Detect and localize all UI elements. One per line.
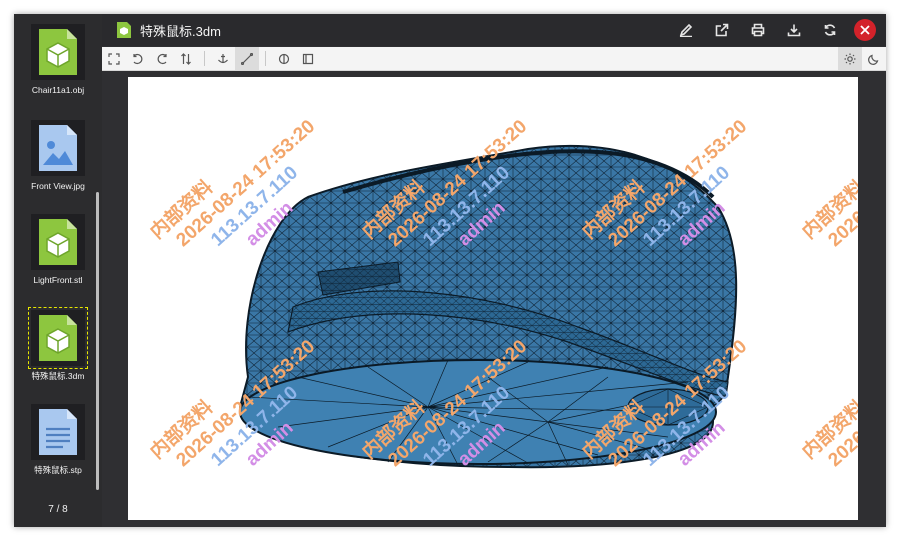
thumbnail-label: Chair11a1.obj <box>31 85 85 95</box>
light-theme-button[interactable] <box>838 47 862 70</box>
dark-theme-button[interactable] <box>862 47 886 70</box>
download-button[interactable] <box>776 14 812 46</box>
pencil-icon <box>679 23 693 37</box>
rotate-right-icon <box>157 53 167 64</box>
line-tool-icon <box>241 52 253 65</box>
section-tool[interactable] <box>272 47 296 70</box>
panel-tool[interactable] <box>296 47 320 70</box>
theme-switcher <box>838 47 886 70</box>
thumbnail-label: 特殊鼠标.3dm <box>31 371 85 381</box>
viewer-toolbar <box>102 47 886 71</box>
thumbnail-label: LightFront.stl <box>33 275 83 285</box>
thumbnail-item[interactable]: 特殊鼠标.stp <box>23 404 93 498</box>
thumbnail-item-active[interactable]: 特殊鼠标.3dm <box>23 307 93 404</box>
thumbnail-label: 特殊鼠标.stp <box>34 465 82 475</box>
sun-icon <box>844 53 856 64</box>
refresh-button[interactable] <box>812 14 848 46</box>
cube-icon <box>39 315 77 361</box>
flip-vertical-tool[interactable] <box>174 47 198 70</box>
anchor-icon <box>218 53 228 63</box>
file-title: 特殊鼠标.3dm <box>140 23 221 39</box>
thumbnail-strip: Chair11a1.obj Front View.jpg LightFront.… <box>14 14 102 527</box>
close-icon <box>860 25 870 35</box>
thumbnail-item[interactable]: Front View.jpg <box>23 120 93 214</box>
cube-icon <box>39 29 77 75</box>
image-icon <box>39 125 77 171</box>
printer-icon <box>751 23 765 37</box>
external-link-icon <box>715 23 729 37</box>
panel-icon <box>302 53 314 64</box>
refresh-icon <box>824 24 836 36</box>
title-actions <box>668 14 876 46</box>
print-button[interactable] <box>740 14 776 46</box>
thumbnail-scrollbar[interactable] <box>96 192 99 490</box>
half-circle-icon <box>278 53 290 64</box>
thumbnail-preview <box>31 24 85 80</box>
edit-button[interactable] <box>668 14 704 46</box>
thumbnail-preview <box>28 307 88 369</box>
close-button[interactable] <box>854 19 876 41</box>
expand-icon <box>108 52 120 65</box>
thumbnail-preview <box>31 120 85 176</box>
measure-tool[interactable] <box>235 47 259 70</box>
toolbar-divider <box>265 51 266 66</box>
rotate-right-tool[interactable] <box>150 47 174 70</box>
download-icon <box>787 24 801 37</box>
page-counter: 7 / 8 <box>48 504 68 515</box>
file-3d-icon <box>117 22 131 38</box>
document-icon <box>39 409 77 455</box>
thumbnail-preview <box>31 404 85 460</box>
file-preview-window: Chair11a1.obj Front View.jpg LightFront.… <box>14 14 886 527</box>
cube-icon <box>39 219 77 265</box>
rotate-left-icon <box>133 53 143 64</box>
rotate-left-tool[interactable] <box>126 47 150 70</box>
title-bar: 特殊鼠标.3dm <box>102 14 886 46</box>
arrows-updown-icon <box>181 52 191 65</box>
mouse-3d-model[interactable] <box>128 77 858 520</box>
toolbar-divider <box>204 51 205 66</box>
thumbnail-label: Front View.jpg <box>31 181 85 191</box>
anchor-tool[interactable] <box>211 47 235 70</box>
viewer-panel: 特殊鼠标.3dm 内部资料 2026-08-24 17:53:20 113.13… <box>102 14 886 527</box>
open-external-button[interactable] <box>704 14 740 46</box>
thumbnail-item[interactable]: Chair11a1.obj <box>23 24 93 118</box>
moon-icon <box>868 54 879 65</box>
thumbnail-item[interactable]: LightFront.stl <box>23 214 93 308</box>
model-canvas[interactable]: 内部资料 2026-08-24 17:53:20 113.13.7.110 ad… <box>128 77 858 520</box>
thumbnail-preview <box>31 214 85 270</box>
fit-view-tool[interactable] <box>102 47 126 70</box>
